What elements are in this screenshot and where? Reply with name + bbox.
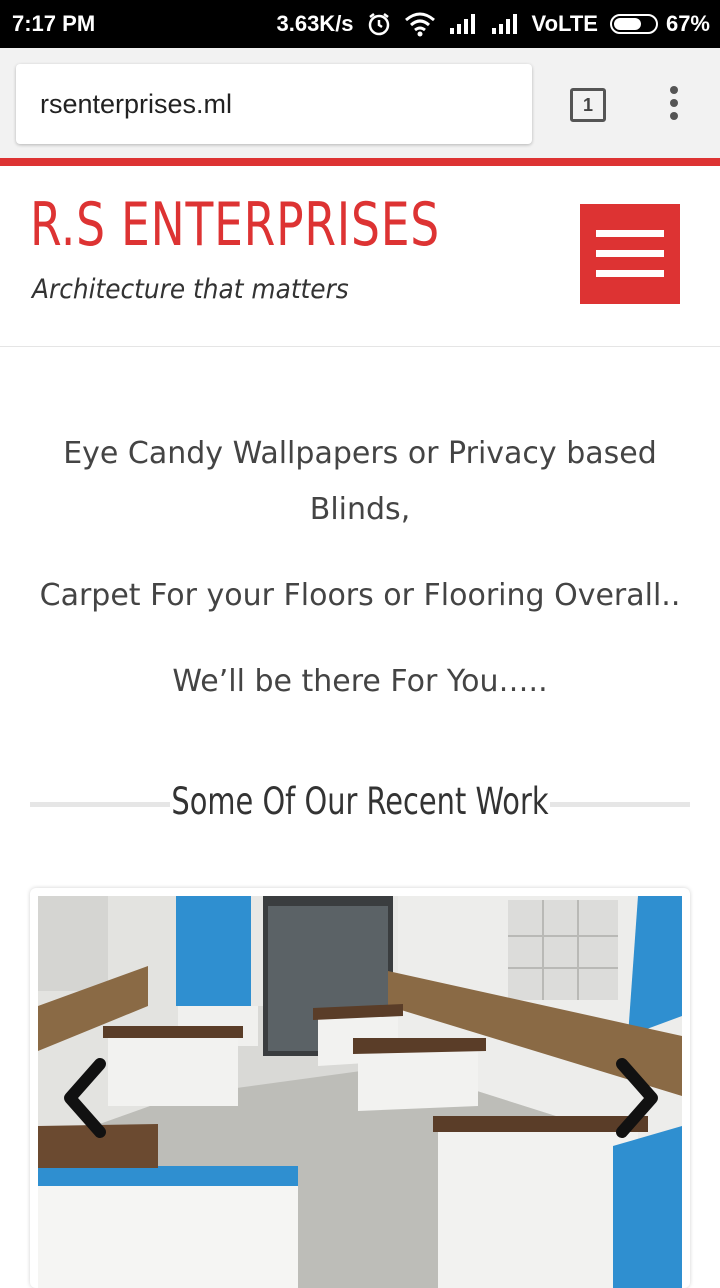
intro-line-2: Carpet For your Floors or Flooring Overa… xyxy=(39,578,681,613)
signal-icon-2 xyxy=(490,12,520,36)
site-header: R.S ENTERPRISES Architecture that matter… xyxy=(0,166,720,347)
chevron-right-icon xyxy=(616,1058,658,1138)
slide-photo-office-interior xyxy=(38,896,682,1288)
browser-toolbar: rsenterprises.ml 1 xyxy=(0,48,720,158)
recent-work-slider xyxy=(30,888,690,1288)
hamburger-icon xyxy=(596,230,664,237)
battery-indicator: 67% xyxy=(609,11,710,37)
signal-icon xyxy=(448,12,478,36)
url-text[interactable]: rsenterprises.ml xyxy=(40,89,232,120)
recent-work-title: Some Of Our Recent Work xyxy=(171,780,549,823)
tab-switcher-button[interactable]: 1 xyxy=(570,88,606,122)
network-type: VoLTE xyxy=(531,11,598,36)
status-right: 3.63K/s VoLTE 67% xyxy=(276,11,710,37)
slider-next-button[interactable] xyxy=(612,1058,662,1138)
status-time: 7:17 PM xyxy=(12,11,96,36)
battery-icon xyxy=(609,14,658,34)
network-speed: 3.63K/s xyxy=(276,11,354,36)
header-accent-bar xyxy=(0,158,720,166)
status-bar: 7:17 PM 3.63K/s VoLTE 67% xyxy=(0,0,720,48)
alarm-icon xyxy=(366,11,392,37)
site-title[interactable]: R.S ENTERPRISES xyxy=(30,190,440,260)
intro-line-3: We’ll be there For You….. xyxy=(172,664,548,699)
slider-prev-button[interactable] xyxy=(60,1058,110,1138)
intro-line-1: Eye Candy Wallpapers or Privacy based Bl… xyxy=(63,436,657,527)
battery-percent: 67% xyxy=(665,11,710,36)
chevron-left-icon xyxy=(64,1058,106,1138)
address-bar[interactable]: rsenterprises.ml xyxy=(16,64,532,144)
menu-toggle-button[interactable] xyxy=(580,204,680,304)
site-tagline: Architecture that matters xyxy=(32,274,349,305)
more-vert-icon[interactable] xyxy=(662,86,686,126)
recent-work-heading: Some Of Our Recent Work xyxy=(30,772,690,832)
wifi-icon xyxy=(404,11,436,37)
